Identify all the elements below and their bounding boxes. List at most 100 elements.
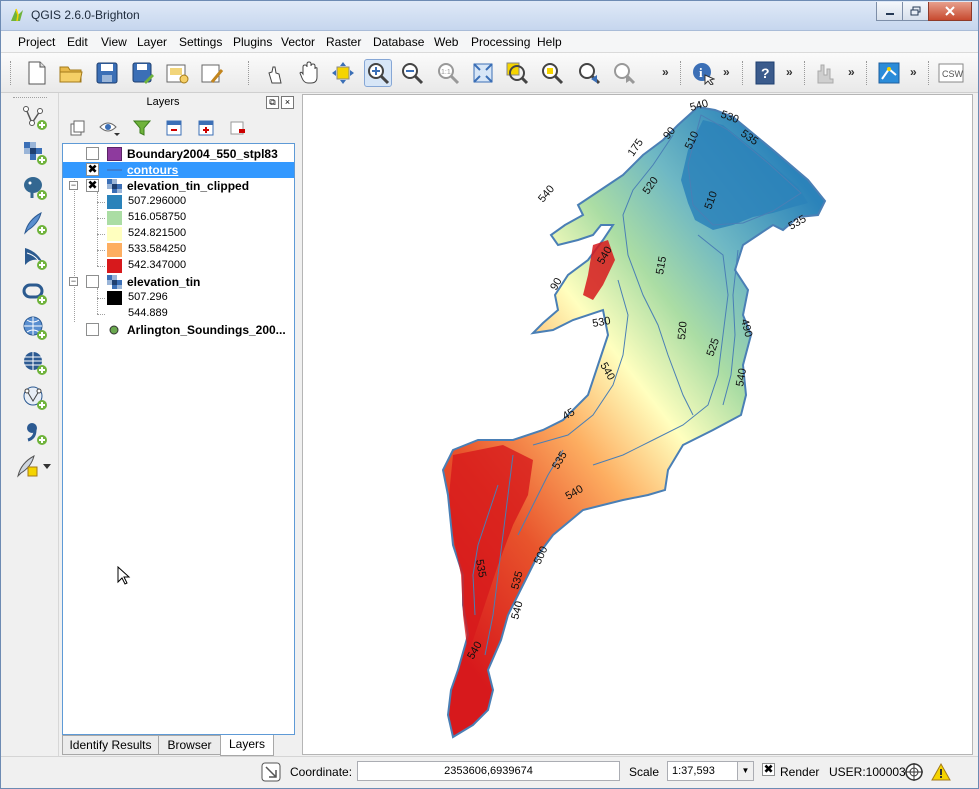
tab-browser[interactable]: Browser xyxy=(158,735,221,755)
new-project-button[interactable] xyxy=(23,59,51,87)
menu-settings[interactable]: Settings xyxy=(179,35,222,49)
layer-row-boundary[interactable]: Boundary2004_550_stpl83 xyxy=(63,146,294,162)
add-vector-layer-button[interactable] xyxy=(19,103,51,133)
chevron-down-icon[interactable]: ▼ xyxy=(737,762,753,780)
map-canvas[interactable]: 540 530 535 90 175 510 520 540 510 535 540 515 90 530… xyxy=(302,94,973,755)
csw-button[interactable]: CSW xyxy=(937,59,965,87)
layer-visibility-checkbox[interactable] xyxy=(86,275,99,288)
zoom-in-button[interactable] xyxy=(364,59,392,87)
layers-tree[interactable]: Boundary2004_550_stpl83 ✖ contours − ✖ e… xyxy=(62,143,295,735)
add-wcs-layer-button[interactable] xyxy=(19,348,51,378)
mssql-icon xyxy=(25,248,47,270)
collapse-toggle[interactable]: − xyxy=(69,277,78,286)
render-checkbox[interactable]: ✖ xyxy=(762,763,775,776)
raster-histogram-button[interactable] xyxy=(813,59,841,87)
zoom-full-icon xyxy=(473,63,493,83)
zoom-actual-size-button[interactable]: 1:1 xyxy=(434,59,462,87)
add-group-button[interactable] xyxy=(67,117,89,139)
toggle-extents-button[interactable] xyxy=(260,761,282,783)
close-panel-button[interactable]: × xyxy=(281,96,294,109)
save-as-button[interactable] xyxy=(129,59,157,87)
toolbar-grip[interactable] xyxy=(248,61,250,85)
filter-legend-button[interactable] xyxy=(131,117,153,139)
layer-row-arlington-soundings[interactable]: Arlington_Soundings_200... xyxy=(63,322,294,338)
add-wfs-layer-button[interactable] xyxy=(19,383,51,413)
crs-status-label[interactable]: USER:100003 xyxy=(829,765,906,779)
georeferencer-button[interactable] xyxy=(875,59,903,87)
tab-layers[interactable]: Layers xyxy=(220,735,274,756)
collapse-toggle[interactable]: − xyxy=(69,181,78,190)
scale-combobox[interactable]: 1:37,593 ▼ xyxy=(667,761,754,781)
coordinate-field[interactable]: 2353606,6939674 xyxy=(357,761,620,781)
add-oracle-layer-button[interactable] xyxy=(19,278,51,308)
zoom-out-button[interactable] xyxy=(398,59,426,87)
close-button[interactable] xyxy=(928,2,972,21)
maximize-button[interactable] xyxy=(902,2,929,21)
layer-row-elevation-tin[interactable]: − elevation_tin xyxy=(63,274,294,290)
zoom-to-layer-button[interactable] xyxy=(503,59,531,87)
toolbar-overflow-button[interactable]: » xyxy=(723,65,730,79)
comma-icon xyxy=(27,423,47,445)
messages-button[interactable] xyxy=(930,761,952,783)
layer-visibility-checkbox[interactable]: ✖ xyxy=(86,163,99,176)
print-composer-icon xyxy=(166,64,189,84)
menu-web[interactable]: Web xyxy=(434,35,458,49)
menu-database[interactable]: Database xyxy=(373,35,424,49)
menu-project[interactable]: Project xyxy=(18,35,55,49)
zoom-next-button[interactable] xyxy=(610,59,638,87)
pan-to-selection-button[interactable] xyxy=(329,59,357,87)
menu-raster[interactable]: Raster xyxy=(326,35,361,49)
toolbar-overflow-button[interactable]: » xyxy=(786,65,793,79)
toolbar-grip[interactable] xyxy=(928,61,930,85)
eye-icon xyxy=(99,122,120,136)
layer-visibility-checkbox[interactable] xyxy=(86,323,99,336)
add-spatialite-layer-button[interactable] xyxy=(19,208,51,238)
toolbar-grip[interactable] xyxy=(13,97,47,98)
help-contents-button[interactable]: ? xyxy=(751,59,779,87)
remove-layer-button[interactable] xyxy=(227,117,249,139)
toolbar-grip[interactable] xyxy=(742,61,744,85)
pan-map-button[interactable] xyxy=(295,59,323,87)
layer-visibility-checkbox[interactable] xyxy=(86,147,99,160)
add-postgis-layer-button[interactable] xyxy=(19,173,51,203)
zoom-last-button[interactable] xyxy=(575,59,603,87)
collapse-all-button[interactable] xyxy=(195,117,217,139)
toolbar-overflow-button[interactable]: » xyxy=(662,65,669,79)
toolbar-overflow-button[interactable]: » xyxy=(910,65,917,79)
toolbar-grip[interactable] xyxy=(10,61,12,85)
add-delimited-text-layer-button[interactable] xyxy=(19,418,51,448)
menu-edit[interactable]: Edit xyxy=(67,35,88,49)
menu-help[interactable]: Help xyxy=(537,35,562,49)
projection-button[interactable] xyxy=(903,761,925,783)
float-panel-button[interactable]: ⧉ xyxy=(266,96,279,109)
minimize-button[interactable] xyxy=(876,2,903,21)
toolbar-grip[interactable] xyxy=(866,61,868,85)
new-print-composer-button[interactable] xyxy=(163,59,191,87)
menu-view[interactable]: View xyxy=(101,35,127,49)
layer-row-elevation-tin-clipped[interactable]: − ✖ elevation_tin_clipped xyxy=(63,178,294,194)
toolbar-overflow-button[interactable]: » xyxy=(848,65,855,79)
menu-plugins[interactable]: Plugins xyxy=(233,35,272,49)
new-layer-menu-button[interactable] xyxy=(13,451,53,481)
tab-identify-results[interactable]: Identify Results xyxy=(62,735,159,755)
touch-zoom-button[interactable] xyxy=(261,59,289,87)
save-project-button[interactable] xyxy=(93,59,121,87)
identify-features-button[interactable]: i xyxy=(689,59,717,87)
add-mssql-layer-button[interactable] xyxy=(19,243,51,273)
layer-row-contours[interactable]: ✖ contours xyxy=(63,162,294,178)
add-raster-layer-button[interactable] xyxy=(19,138,51,168)
new-file-icon xyxy=(28,61,46,85)
add-wms-layer-button[interactable] xyxy=(19,313,51,343)
menu-layer[interactable]: Layer xyxy=(137,35,167,49)
manage-visibility-button[interactable] xyxy=(99,117,121,139)
toolbar-grip[interactable] xyxy=(804,61,806,85)
expand-all-button[interactable] xyxy=(163,117,185,139)
zoom-full-button[interactable] xyxy=(469,59,497,87)
open-project-button[interactable] xyxy=(57,59,85,87)
menu-vector[interactable]: Vector xyxy=(281,35,315,49)
zoom-to-selection-button[interactable] xyxy=(538,59,566,87)
menu-processing[interactable]: Processing xyxy=(471,35,530,49)
toolbar-grip[interactable] xyxy=(680,61,682,85)
layer-visibility-checkbox[interactable]: ✖ xyxy=(86,179,99,192)
composer-manager-button[interactable] xyxy=(198,59,226,87)
